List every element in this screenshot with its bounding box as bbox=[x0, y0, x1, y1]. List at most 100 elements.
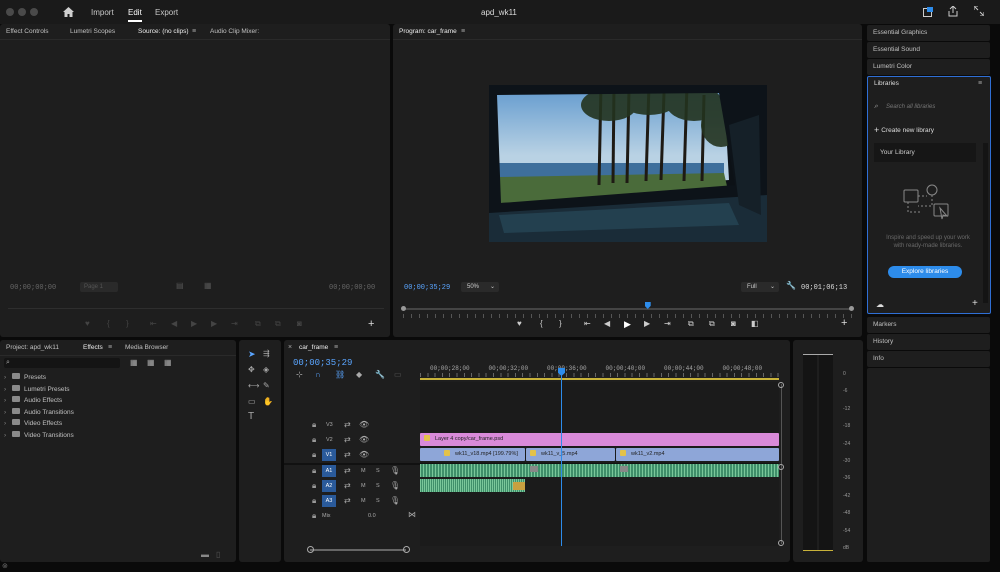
32bit-effects-icon[interactable]: ▦ bbox=[147, 359, 155, 367]
panel-menu-icon[interactable]: ≡ bbox=[192, 28, 196, 36]
effects-tree-item[interactable]: › Audio Transitions bbox=[4, 407, 224, 419]
track-label-a1[interactable]: A1 bbox=[322, 465, 336, 477]
fullscreen-icon[interactable] bbox=[974, 6, 984, 16]
microphone-icon[interactable]: 🎙︎ bbox=[390, 482, 400, 490]
pen-tool-icon[interactable]: ✎ bbox=[263, 382, 270, 390]
tab-source[interactable]: Source: (no clips) bbox=[138, 24, 189, 40]
step-forward-icon[interactable]: ▶ bbox=[211, 320, 217, 328]
tab-sequence[interactable]: car_frame bbox=[299, 340, 328, 356]
panel-menu-icon[interactable]: ≡ bbox=[461, 28, 465, 36]
export-frame-icon[interactable]: ◙ bbox=[731, 320, 736, 328]
audio-gain-marker[interactable] bbox=[513, 482, 525, 490]
mark-out-icon[interactable]: } bbox=[126, 320, 129, 328]
eye-icon[interactable]: 👁︎ bbox=[359, 451, 369, 459]
track-label-a3[interactable]: A3 bbox=[322, 495, 336, 507]
timeline-settings-icon[interactable]: 🔧 bbox=[375, 371, 385, 379]
panel-history[interactable]: History bbox=[867, 334, 990, 350]
solo-button[interactable]: S bbox=[376, 498, 380, 504]
panel-menu-icon[interactable]: ≡ bbox=[334, 344, 338, 352]
extract-icon[interactable]: ⧉ bbox=[709, 320, 715, 328]
razor-tool-icon[interactable]: ◈ bbox=[263, 366, 269, 374]
program-playhead[interactable] bbox=[644, 302, 651, 309]
quick-export-icon[interactable] bbox=[923, 7, 933, 17]
tab-effects[interactable]: Effects bbox=[83, 340, 103, 356]
settings-icon[interactable]: ▦ bbox=[204, 282, 212, 290]
effects-tree-item[interactable]: › Video Transitions bbox=[4, 430, 224, 442]
scroll-handle[interactable] bbox=[778, 382, 784, 388]
audio-clip-a2[interactable] bbox=[420, 479, 525, 492]
add-marker-icon[interactable]: ♥ bbox=[517, 320, 522, 328]
minimize-window-button[interactable] bbox=[18, 8, 26, 16]
wrench-icon[interactable]: 🔧 bbox=[786, 282, 796, 290]
mute-button[interactable]: M bbox=[361, 498, 366, 504]
menu-import[interactable]: Import bbox=[91, 8, 114, 17]
zoom-dropdown[interactable]: 50% ⌄ bbox=[461, 282, 499, 292]
safe-margins-icon[interactable]: ▤ bbox=[176, 282, 184, 290]
lock-icon[interactable]: 🔒︎ bbox=[312, 436, 316, 444]
comparison-view-icon[interactable]: ◧ bbox=[751, 320, 759, 328]
clip-v1a[interactable]: wk11_v18.mp4 [199.79%] bbox=[420, 448, 525, 461]
solo-button[interactable]: S bbox=[376, 483, 380, 489]
menu-edit[interactable]: Edit bbox=[128, 8, 142, 17]
microphone-icon[interactable]: 🎙︎ bbox=[390, 497, 400, 505]
microphone-icon[interactable]: 🎙︎ bbox=[390, 467, 400, 475]
library-search-input[interactable]: ⌕ Search all libraries bbox=[874, 101, 982, 113]
panel-menu-icon[interactable]: ≡ bbox=[108, 344, 112, 352]
toggle-sync-icon[interactable]: ⇄ bbox=[344, 482, 351, 490]
scroll-handle[interactable] bbox=[778, 464, 784, 470]
mark-in-icon[interactable]: { bbox=[107, 320, 110, 328]
menu-export[interactable]: Export bbox=[155, 8, 178, 17]
add-library-icon[interactable]: + bbox=[972, 299, 978, 309]
work-area-bar[interactable] bbox=[420, 378, 779, 380]
toggle-sync-icon[interactable]: ⇄ bbox=[344, 451, 351, 459]
step-forward-icon[interactable]: ▶ bbox=[644, 320, 650, 328]
zoom-handle-right[interactable] bbox=[403, 546, 410, 553]
trash-icon[interactable]: ▯ bbox=[216, 551, 220, 559]
home-icon[interactable] bbox=[63, 7, 74, 17]
track-select-tool-icon[interactable]: ⇶ bbox=[263, 350, 270, 358]
cloud-icon[interactable]: ☁ bbox=[876, 301, 884, 309]
status-icon[interactable]: ⊚ bbox=[2, 563, 8, 571]
scroll-handle[interactable] bbox=[778, 540, 784, 546]
chevron-right-icon[interactable]: › bbox=[4, 395, 12, 407]
panel-menu-icon[interactable]: ≡ bbox=[978, 80, 982, 88]
track-label-a2[interactable]: A2 bbox=[322, 480, 336, 492]
accelerated-effects-icon[interactable]: ▦ bbox=[130, 359, 138, 367]
effects-search-input[interactable]: ⌕ bbox=[4, 358, 120, 368]
share-icon[interactable] bbox=[948, 6, 958, 17]
tab-effect-controls[interactable]: Effect Controls bbox=[6, 24, 49, 40]
mark-out-icon[interactable]: } bbox=[559, 320, 562, 328]
effects-tree-item[interactable]: › Presets bbox=[4, 372, 224, 384]
close-window-button[interactable] bbox=[6, 8, 14, 16]
lock-icon[interactable]: 🔒︎ bbox=[312, 467, 316, 475]
page-dropdown[interactable]: Page 1 bbox=[80, 282, 118, 292]
timeline-zoom-scrollbar[interactable] bbox=[310, 549, 406, 551]
maximize-window-button[interactable] bbox=[30, 8, 38, 16]
ripple-edit-tool-icon[interactable]: ✥ bbox=[248, 366, 255, 374]
lock-icon[interactable]: 🔒︎ bbox=[312, 497, 316, 505]
your-library-item[interactable]: Your Library bbox=[874, 143, 976, 162]
clip-psd[interactable]: Layer 4 copy/car_frame.psd bbox=[420, 433, 779, 446]
tab-program[interactable]: Program: car_frame bbox=[399, 24, 457, 40]
rectangle-tool-icon[interactable]: ▭ bbox=[248, 398, 256, 406]
insert-icon[interactable]: ⧉ bbox=[255, 320, 261, 328]
program-video-frame[interactable] bbox=[489, 85, 767, 242]
tab-media-browser[interactable]: Media Browser bbox=[125, 340, 168, 356]
track-label-v1[interactable]: V1 bbox=[322, 449, 336, 461]
add-button-icon[interactable]: + bbox=[368, 319, 374, 330]
lock-icon[interactable]: 🔒︎ bbox=[312, 482, 316, 490]
panel-lumetri-color[interactable]: Lumetri Color bbox=[867, 59, 990, 75]
tab-lumetri-scopes[interactable]: Lumetri Scopes bbox=[70, 24, 115, 40]
panel-info[interactable]: Info bbox=[867, 351, 990, 367]
toggle-sync-icon[interactable]: ⇄ bbox=[344, 436, 351, 444]
type-tool-icon[interactable]: T bbox=[248, 412, 254, 422]
play-icon[interactable]: ▶ bbox=[624, 320, 631, 329]
add-button-icon[interactable]: + bbox=[841, 318, 847, 329]
audio-clip-a1[interactable] bbox=[420, 464, 779, 477]
captions-icon[interactable]: ▭ bbox=[394, 371, 402, 379]
chevron-right-icon[interactable]: › bbox=[4, 384, 12, 396]
panel-essential-sound[interactable]: Essential Sound bbox=[867, 42, 990, 58]
quality-dropdown[interactable]: Full ⌄ bbox=[741, 282, 779, 292]
new-bin-icon[interactable]: ▬ bbox=[201, 551, 209, 559]
effects-tree-item[interactable]: › Lumetri Presets bbox=[4, 384, 224, 396]
